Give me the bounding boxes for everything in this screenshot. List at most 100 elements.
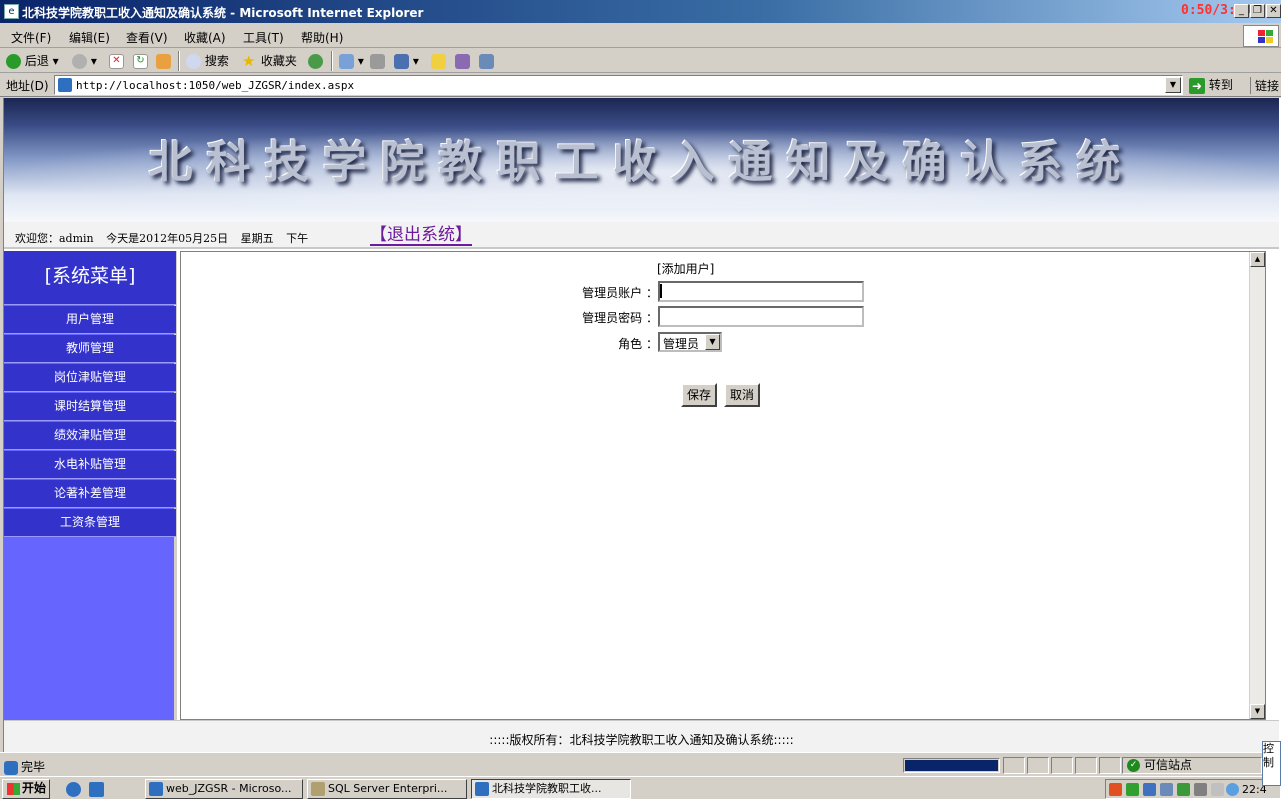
home-button[interactable] xyxy=(156,52,171,70)
welcome-user: 欢迎您：admin xyxy=(15,232,94,245)
tray-network-icon[interactable] xyxy=(1126,783,1139,796)
print-button[interactable] xyxy=(370,52,385,70)
quicklaunch-ie-icon[interactable] xyxy=(66,782,81,797)
tray-display-icon[interactable] xyxy=(1160,783,1173,796)
sidebar: [系统菜单] 用户管理 教师管理 岗位津贴管理 课时结算管理 绩效津贴管理 水电… xyxy=(4,251,177,720)
search-button[interactable]: 搜索 xyxy=(186,52,229,70)
minimize-button[interactable]: _ xyxy=(1234,4,1249,18)
tray-printer-icon[interactable] xyxy=(1211,783,1224,796)
forward-button[interactable]: ▾ xyxy=(72,52,97,70)
tray-messenger-icon[interactable] xyxy=(1226,783,1239,796)
messenger-button[interactable] xyxy=(455,52,470,70)
task-web-jzgsr[interactable]: web_JZGSR - Microso... xyxy=(145,779,303,799)
go-button[interactable]: ➜ 转到 xyxy=(1189,76,1233,94)
task-sql-server[interactable]: SQL Server Enterpri... xyxy=(307,779,467,799)
welcome-text: 欢迎您：admin 今天是2012年05月25日 星期五 下午 xyxy=(15,230,317,246)
sidebar-item-utility-subsidy[interactable]: 水电补贴管理 xyxy=(4,451,176,479)
mail-button[interactable]: ▾ xyxy=(339,52,364,70)
status-text-area: 完毕 xyxy=(4,758,45,775)
sidebar-item-class-hours[interactable]: 课时结算管理 xyxy=(4,393,176,421)
forward-icon xyxy=(72,54,87,69)
logout-link[interactable]: 【退出系统】 xyxy=(370,226,472,246)
research-icon xyxy=(479,54,494,69)
address-bar: 地址(D) http://localhost:1050/web_JZGSR/in… xyxy=(0,73,1281,97)
content-frame: [添加用户] 管理员账户 ： 管理员密码 ： 角色 ： 管理员 ▼ 保存 取消 … xyxy=(180,251,1266,720)
refresh-button[interactable]: ↻ xyxy=(133,52,148,70)
edit-button[interactable]: ▾ xyxy=(394,52,419,70)
trusted-zone-icon: ✓ xyxy=(1127,759,1140,772)
tray-app-icon[interactable] xyxy=(1109,783,1122,796)
sidebar-item-user-management[interactable]: 用户管理 xyxy=(4,306,176,334)
address-label: 地址(D) xyxy=(6,79,49,93)
search-icon xyxy=(186,54,201,69)
vs-icon xyxy=(149,782,163,796)
sidebar-item-publication-subsidy[interactable]: 论著补差管理 xyxy=(4,480,176,508)
windows-flag-icon xyxy=(7,782,20,795)
content-scrollbar[interactable]: ▲ ▼ xyxy=(1249,252,1265,719)
page-footer: :::::版权所有：北科技学院教职工收入通知及确认系统::::: xyxy=(4,720,1279,752)
start-button[interactable]: 开始 xyxy=(2,779,50,799)
menu-favorites[interactable]: 收藏(A) xyxy=(184,29,226,46)
tray-monitor-icon[interactable] xyxy=(1143,783,1156,796)
window-title-bar[interactable]: e 北科技学院教职工收入通知及确认系统 - Microsoft Internet… xyxy=(0,0,1281,23)
banner-title: 北科技学院教职工收入通知及确认系统 xyxy=(148,137,1135,188)
cancel-button[interactable]: 取消 xyxy=(724,383,761,407)
mail-icon xyxy=(339,54,354,69)
account-row: 管理员账户 ： xyxy=(561,281,871,303)
history-button[interactable] xyxy=(308,52,323,70)
password-label: 管理员密码 ： xyxy=(582,311,658,325)
scroll-up-button[interactable]: ▲ xyxy=(1250,252,1265,267)
windows-logo-icon xyxy=(1243,25,1279,47)
task-ie-active[interactable]: 北科技学院教职工收... xyxy=(471,779,631,799)
page-viewport: 北科技学院教职工收入通知及确认系统 欢迎您：admin 今天是2012年05月2… xyxy=(3,98,1281,752)
account-input[interactable] xyxy=(658,281,864,302)
stop-button[interactable]: ✕ xyxy=(109,52,124,70)
discuss-button[interactable] xyxy=(431,52,446,70)
menu-bar: 文件(F) 编辑(E) 查看(V) 收藏(A) 工具(T) 帮助(H) xyxy=(0,24,1281,48)
address-dropdown-button[interactable]: ▼ xyxy=(1165,77,1181,93)
edit-icon xyxy=(394,54,409,69)
refresh-icon: ↻ xyxy=(133,54,148,69)
info-bar: 欢迎您：admin 今天是2012年05月25日 星期五 下午 【退出系统】 xyxy=(4,222,1279,249)
chevron-down-icon[interactable]: ▼ xyxy=(705,334,720,350)
address-url: http://localhost:1050/web_JZGSR/index.as… xyxy=(76,79,355,92)
address-input[interactable]: http://localhost:1050/web_JZGSR/index.as… xyxy=(54,75,1183,95)
control-panel-popup[interactable]: 控制 xyxy=(1262,741,1281,786)
role-row: 角色 ： 管理员 ▼ xyxy=(561,332,871,354)
tray-volume-icon[interactable] xyxy=(1194,783,1207,796)
go-icon: ➜ xyxy=(1189,77,1205,94)
role-select[interactable]: 管理员 ▼ xyxy=(658,332,722,352)
menu-view[interactable]: 查看(V) xyxy=(126,29,168,46)
tray-sql-icon[interactable] xyxy=(1177,783,1190,796)
maximize-button[interactable]: ❐ xyxy=(1250,4,1265,18)
ie-page-icon: e xyxy=(4,4,19,19)
stop-icon: ✕ xyxy=(109,54,124,69)
sidebar-title: [系统菜单] xyxy=(4,251,176,305)
status-text: 完毕 xyxy=(21,760,46,774)
password-input[interactable] xyxy=(658,306,864,327)
menu-file[interactable]: 文件(F) xyxy=(11,29,51,46)
close-button[interactable]: ✕ xyxy=(1266,4,1281,18)
sidebar-item-teacher-management[interactable]: 教师管理 xyxy=(4,335,176,363)
quicklaunch-desktop-icon[interactable] xyxy=(89,782,104,797)
links-button[interactable]: 链接 xyxy=(1250,77,1279,94)
system-tray: 22:4 xyxy=(1105,779,1281,799)
back-button[interactable]: 后退 ▾ xyxy=(6,52,59,70)
save-button[interactable]: 保存 xyxy=(681,383,718,407)
menu-edit[interactable]: 编辑(E) xyxy=(69,29,110,46)
menu-help[interactable]: 帮助(H) xyxy=(301,29,343,46)
research-button[interactable] xyxy=(479,52,494,70)
sidebar-item-performance-allowance[interactable]: 绩效津贴管理 xyxy=(4,422,176,450)
current-ampm: 下午 xyxy=(286,232,309,245)
sidebar-item-post-allowance[interactable]: 岗位津贴管理 xyxy=(4,364,176,392)
menu-tools[interactable]: 工具(T) xyxy=(243,29,284,46)
discuss-icon xyxy=(431,54,446,69)
scroll-down-button[interactable]: ▼ xyxy=(1250,704,1265,719)
account-label: 管理员账户 ： xyxy=(582,286,658,300)
page-banner: 北科技学院教职工收入通知及确认系统 xyxy=(4,98,1279,222)
sql-server-icon xyxy=(311,782,325,796)
ie-page-icon xyxy=(475,782,489,796)
sidebar-item-payslip[interactable]: 工资条管理 xyxy=(4,509,176,537)
favorites-button[interactable]: ★ 收藏夹 xyxy=(242,52,297,70)
ie-page-icon xyxy=(4,760,18,775)
